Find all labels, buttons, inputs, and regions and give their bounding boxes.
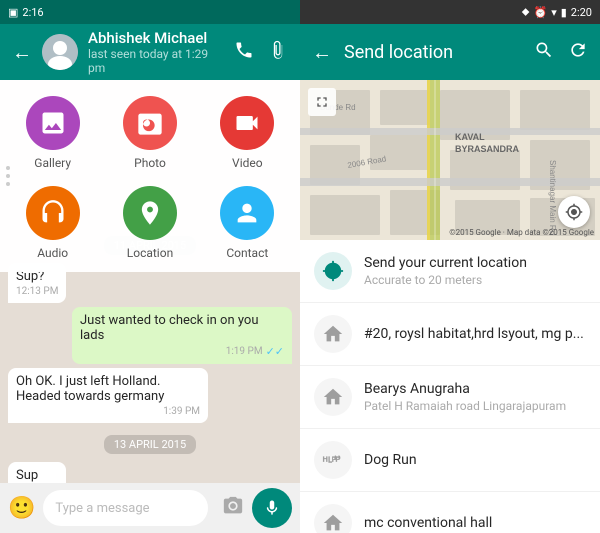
current-location-icon xyxy=(314,252,352,290)
date-badge-2: 13 APRIL 2015 xyxy=(104,435,196,454)
location-2-name: #20, roysl habitat,hrd lsyout, mg p... xyxy=(364,326,586,342)
battery-icon: ▮ xyxy=(561,6,567,19)
location-2-info: #20, roysl habitat,hrd lsyout, mg p... xyxy=(364,326,586,342)
avatar xyxy=(42,34,78,70)
map-expand-button[interactable] xyxy=(308,88,336,116)
location-2-icon xyxy=(314,315,352,353)
location-header: ← Send location xyxy=(300,24,600,80)
status-bar-right: ⬥ ⏰ ▾ ▮ 2:20 xyxy=(300,0,600,24)
location-3-icon xyxy=(314,378,352,416)
location-title: Send location xyxy=(344,42,522,63)
dot-nav xyxy=(6,166,10,186)
location-search-button[interactable] xyxy=(534,40,554,65)
location-item-5[interactable]: mc conventional hall xyxy=(300,492,600,533)
location-item-current[interactable]: Send your current location Accurate to 2… xyxy=(300,240,600,303)
msg-time: 1:19 PM ✓✓ xyxy=(80,345,284,358)
current-location-info: Send your current location Accurate to 2… xyxy=(364,255,586,287)
back-button[interactable]: ← xyxy=(12,40,32,65)
google-credit: ©2015 Google · Map data ©2015 Google xyxy=(449,228,594,237)
camera-button[interactable] xyxy=(222,495,244,522)
chat-panel: ← Abhishek Michael last seen today at 1:… xyxy=(0,24,300,533)
location-4-name: Dog Run xyxy=(364,452,586,468)
message-placeholder: Type a message xyxy=(55,501,149,516)
svg-text:KAVAL: KAVAL xyxy=(455,132,485,142)
location-label: Location xyxy=(127,246,173,260)
video-icon xyxy=(220,96,274,150)
attach-button[interactable] xyxy=(268,40,288,65)
message-tick: ✓✓ xyxy=(266,345,284,358)
location-item-3[interactable]: Bearys Anugraha Patel H Ramaiah road Lin… xyxy=(300,366,600,429)
msg-text: Just wanted to check in on you lads xyxy=(80,313,284,343)
attachment-menu: Gallery Photo Video xyxy=(0,80,300,272)
message-check-in: Just wanted to check in on you lads 1:19… xyxy=(72,307,292,364)
svg-text:BYRASANDRA: BYRASANDRA xyxy=(455,144,520,154)
attachment-grid: Gallery Photo Video xyxy=(8,96,292,260)
contact-name: Abhishek Michael xyxy=(88,29,224,47)
gallery-icon xyxy=(26,96,80,150)
attachment-video[interactable]: Video xyxy=(203,96,292,170)
emoji-button[interactable]: 🙂 xyxy=(8,496,35,521)
location-attach-icon xyxy=(123,186,177,240)
status-time-left: 2:16 xyxy=(22,6,43,19)
location-panel: ← Send location xyxy=(300,24,600,533)
wifi-icon: ▾ xyxy=(551,6,557,19)
current-location-name: Send your current location xyxy=(364,255,586,271)
attachment-audio[interactable]: Audio xyxy=(8,186,97,260)
photo-icon xyxy=(123,96,177,150)
location-item-4[interactable]: Dog Run xyxy=(300,429,600,492)
map-my-location-button[interactable] xyxy=(558,196,590,228)
msg-text: Oh OK. I just left Holland. Headed towar… xyxy=(16,374,200,404)
location-3-sub: Patel H Ramaiah road Lingarajapuram xyxy=(364,399,586,413)
gallery-label: Gallery xyxy=(34,156,71,170)
location-header-actions xyxy=(534,40,588,65)
message-input[interactable]: Type a message xyxy=(43,490,208,526)
msg-time: 12:13 PM xyxy=(16,286,58,297)
contact-status: last seen today at 1:29 pm xyxy=(88,47,224,75)
message-holland: Oh OK. I just left Holland. Headed towar… xyxy=(8,368,208,423)
chat-header-info: Abhishek Michael last seen today at 1:29… xyxy=(88,29,224,75)
audio-icon xyxy=(26,186,80,240)
attachment-location[interactable]: Location xyxy=(105,186,194,260)
status-time-right: 2:20 xyxy=(571,6,592,19)
status-bar-left: ▣ 2:16 xyxy=(0,0,300,24)
location-4-info: Dog Run xyxy=(364,452,586,468)
screen-icon: ▣ xyxy=(8,6,18,19)
video-label: Video xyxy=(232,156,263,170)
location-item-2[interactable]: #20, roysl habitat,hrd lsyout, mg p... xyxy=(300,303,600,366)
chat-header-actions xyxy=(234,40,288,65)
attachment-contact[interactable]: Contact xyxy=(203,186,292,260)
contact-label: Contact xyxy=(226,246,268,260)
location-5-name: mc conventional hall xyxy=(364,515,586,531)
photo-label: Photo xyxy=(134,156,166,170)
contact-icon xyxy=(220,186,274,240)
chat-header: ← Abhishek Michael last seen today at 1:… xyxy=(0,24,300,80)
msg-text: Sup xyxy=(16,468,58,483)
map-area[interactable]: KAVAL BYRASANDRA Shantinagar Main Rd 200… xyxy=(300,80,600,240)
msg-time: 1:39 PM xyxy=(16,406,200,417)
message-sup2: Sup 10:14 PM xyxy=(8,462,66,483)
location-4-icon xyxy=(314,441,352,479)
call-button[interactable] xyxy=(234,40,254,65)
attachment-photo[interactable]: Photo xyxy=(105,96,194,170)
current-location-sub: Accurate to 20 meters xyxy=(364,273,586,287)
location-refresh-button[interactable] xyxy=(568,40,588,65)
location-back-button[interactable]: ← xyxy=(312,40,332,65)
location-5-info: mc conventional hall xyxy=(364,515,586,531)
location-icon: ⬥ xyxy=(522,5,530,19)
location-5-icon xyxy=(314,504,352,533)
audio-label: Audio xyxy=(37,246,68,260)
mic-button[interactable] xyxy=(252,488,292,528)
chat-input-bar: 🙂 Type a message xyxy=(0,483,300,533)
svg-text:Shantinagar Main Rd: Shantinagar Main Rd xyxy=(548,160,557,235)
alarm-icon: ⏰ xyxy=(533,6,547,19)
location-list: Send your current location Accurate to 2… xyxy=(300,240,600,533)
location-3-name: Bearys Anugraha xyxy=(364,381,586,397)
location-3-info: Bearys Anugraha Patel H Ramaiah road Lin… xyxy=(364,381,586,413)
attachment-gallery[interactable]: Gallery xyxy=(8,96,97,170)
